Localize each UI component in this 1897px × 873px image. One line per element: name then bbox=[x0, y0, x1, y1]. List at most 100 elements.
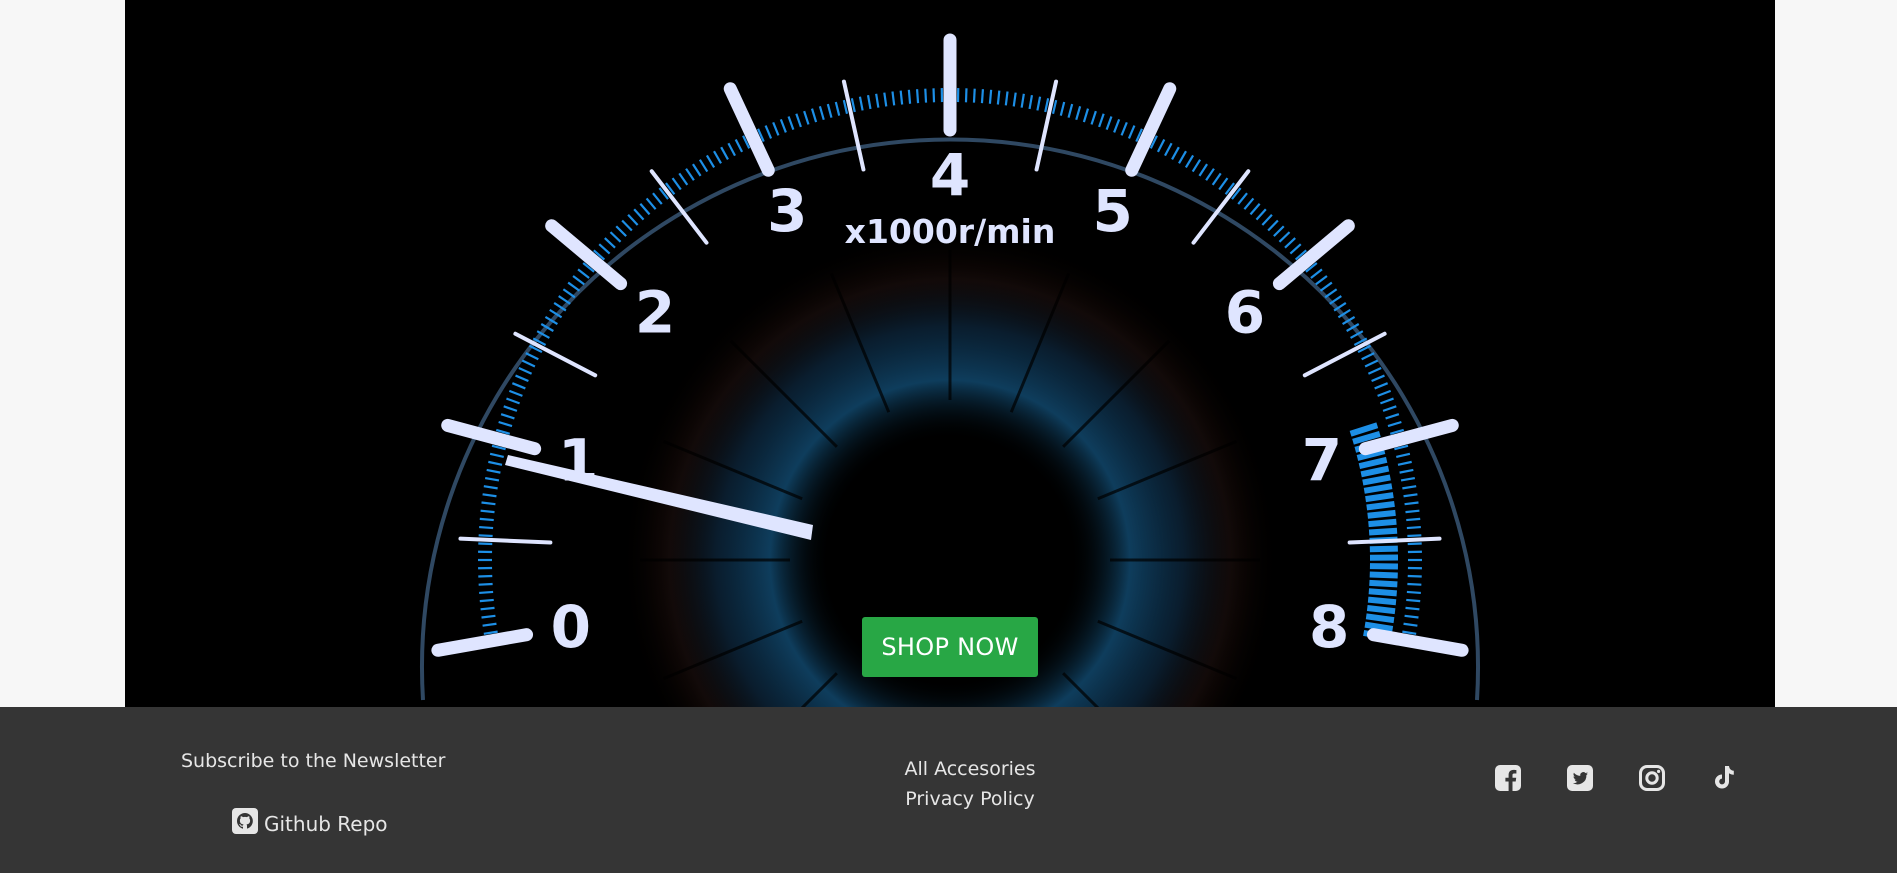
minor-tick bbox=[1127, 125, 1136, 139]
minor-tick bbox=[1012, 92, 1017, 107]
minor-tick bbox=[1374, 382, 1389, 390]
minor-tick bbox=[506, 397, 520, 405]
minor-tick bbox=[1380, 397, 1394, 405]
redline-segment bbox=[1367, 509, 1396, 519]
minor-tick bbox=[883, 92, 888, 107]
minor-tick bbox=[1405, 509, 1420, 514]
minor-tick bbox=[479, 517, 494, 522]
newsletter-link[interactable]: Subscribe to the Newsletter bbox=[181, 750, 445, 772]
hero-banner: 012345678 x1000r/min SHOP NOW bbox=[125, 0, 1775, 707]
minor-tick bbox=[1191, 159, 1202, 173]
minor-tick bbox=[488, 460, 503, 466]
minor-tick bbox=[1382, 405, 1397, 412]
tiktok-icon[interactable] bbox=[1708, 762, 1740, 794]
privacy-policy-link[interactable]: Privacy Policy bbox=[870, 784, 1070, 814]
redline-segment bbox=[1368, 588, 1397, 597]
minor-tick bbox=[818, 105, 825, 121]
minor-tick bbox=[734, 138, 744, 153]
minor-tick bbox=[652, 192, 663, 205]
facebook-icon[interactable] bbox=[1492, 762, 1524, 794]
minor-tick bbox=[525, 352, 539, 361]
minor-tick bbox=[1082, 108, 1090, 123]
minor-tick bbox=[795, 113, 802, 128]
minor-tick bbox=[1184, 154, 1195, 168]
minor-tick bbox=[972, 88, 976, 103]
minor-tick bbox=[1261, 214, 1273, 226]
minor-tick bbox=[891, 91, 896, 106]
minor-tick bbox=[787, 116, 795, 130]
redline-segment bbox=[1365, 492, 1394, 503]
minor-tick bbox=[521, 359, 536, 368]
site-footer: Subscribe to the Newsletter Github Repo … bbox=[0, 707, 1897, 873]
minor-tick bbox=[713, 150, 722, 164]
minor-tick bbox=[481, 501, 496, 506]
minor-tick bbox=[1218, 177, 1229, 191]
minor-tick bbox=[1407, 534, 1422, 538]
minor-tick bbox=[834, 101, 841, 116]
minor-tick bbox=[518, 367, 533, 375]
minor-tick bbox=[567, 281, 581, 292]
minor-tick bbox=[1267, 219, 1279, 232]
minor-tick bbox=[1364, 359, 1379, 368]
minor-tick bbox=[1407, 582, 1422, 586]
minor-tick bbox=[980, 89, 985, 104]
minor-tick bbox=[764, 125, 773, 139]
major-tick bbox=[431, 628, 534, 657]
minor-tick bbox=[1404, 614, 1419, 619]
footer-links: All Accesories Privacy Policy bbox=[870, 754, 1070, 814]
minor-tick bbox=[1113, 118, 1121, 133]
minor-tick bbox=[698, 159, 709, 173]
minor-tick bbox=[1164, 142, 1173, 157]
minor-tick bbox=[577, 268, 590, 279]
redline-segment bbox=[1366, 500, 1395, 511]
minor-tick bbox=[685, 168, 695, 181]
half-tick bbox=[1034, 79, 1059, 172]
redline-segment bbox=[1368, 527, 1398, 536]
minor-tick bbox=[1205, 168, 1215, 181]
minor-tick bbox=[1385, 413, 1400, 420]
minor-tick bbox=[1278, 231, 1291, 243]
dial-number: 7 bbox=[1302, 426, 1342, 494]
redline-segment bbox=[1349, 422, 1379, 437]
minor-tick bbox=[480, 606, 495, 611]
gauge-unit-label: x1000r/min bbox=[845, 212, 1056, 251]
minor-tick bbox=[1315, 275, 1328, 286]
instagram-icon[interactable] bbox=[1636, 762, 1668, 794]
minor-tick bbox=[988, 89, 993, 104]
minor-tick bbox=[621, 219, 633, 232]
twitter-icon[interactable] bbox=[1564, 762, 1596, 794]
minor-tick bbox=[639, 203, 651, 216]
redline-segment bbox=[1368, 518, 1397, 528]
redline-segment bbox=[1366, 605, 1396, 615]
shop-now-button[interactable]: SHOP NOW bbox=[862, 617, 1038, 677]
minor-tick bbox=[671, 177, 682, 191]
minor-tick bbox=[645, 197, 657, 210]
minor-tick bbox=[1324, 288, 1338, 299]
all-accessories-link[interactable]: All Accesories bbox=[870, 754, 1070, 784]
minor-tick bbox=[1319, 281, 1333, 292]
github-icon bbox=[232, 808, 258, 839]
half-tick bbox=[458, 536, 553, 545]
minor-tick bbox=[1367, 367, 1382, 375]
github-repo-label: Github Repo bbox=[264, 811, 388, 836]
minor-tick bbox=[1105, 116, 1113, 130]
minor-tick bbox=[1387, 420, 1402, 428]
minor-tick bbox=[727, 142, 736, 157]
redline-segment bbox=[1369, 571, 1398, 579]
minor-tick bbox=[1075, 105, 1082, 121]
minor-tick bbox=[1211, 172, 1222, 186]
minor-tick bbox=[1036, 96, 1042, 111]
minor-tick bbox=[705, 154, 716, 168]
dial-number: 2 bbox=[635, 279, 675, 347]
minor-tick bbox=[826, 103, 833, 118]
minor-tick bbox=[1098, 113, 1105, 128]
github-repo-link[interactable]: Github Repo bbox=[232, 808, 388, 839]
minor-tick bbox=[604, 237, 616, 249]
minor-tick bbox=[1371, 374, 1385, 383]
minor-tick bbox=[1255, 208, 1267, 221]
minor-tick bbox=[479, 590, 494, 595]
minor-tick bbox=[996, 90, 1001, 105]
minor-tick bbox=[1004, 91, 1009, 106]
minor-tick bbox=[1396, 452, 1411, 459]
minor-tick bbox=[1361, 352, 1375, 361]
